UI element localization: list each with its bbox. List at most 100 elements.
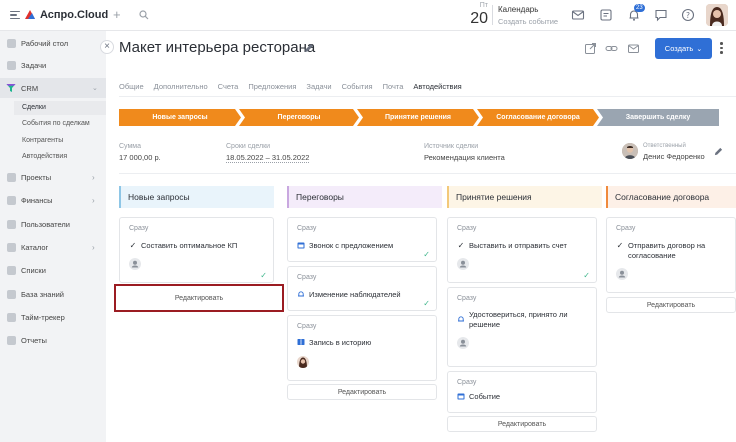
tab-autoactions[interactable]: Автодействия: [413, 77, 463, 97]
plus-icon[interactable]: +: [113, 7, 121, 22]
tab-general[interactable]: Общие: [119, 77, 144, 97]
create-button-label: Создать: [664, 44, 694, 53]
edit-button[interactable]: Редактировать: [606, 297, 736, 313]
sidebar-item-reports[interactable]: Отчеты: [0, 330, 106, 350]
card-timing: Сразу: [129, 225, 149, 232]
sidebar-item-label: Рабочий стол: [21, 38, 69, 48]
chevron-right-icon: ›: [92, 195, 95, 205]
more-options-icon[interactable]: [720, 42, 723, 54]
card-timing: Сразу: [457, 225, 477, 232]
card-action: ✓ Выставить и отправить счет: [457, 241, 592, 251]
tab-offers[interactable]: Предложения: [248, 77, 296, 97]
create-event-link[interactable]: Создать событие: [498, 17, 558, 26]
top-bar: Аспро.Cloud + Пт 20 Календарь Создать со…: [0, 0, 736, 31]
sidebar: Рабочий стол Задачи CRM ⌄ Сделки События…: [0, 31, 106, 442]
action-card[interactable]: Сразу ✓ Отправить договор на согласовани…: [606, 217, 736, 293]
sidebar-item-tasks[interactable]: Задачи: [0, 55, 106, 75]
edit-title-icon[interactable]: [304, 43, 314, 55]
sidebar-item-label: Финансы: [21, 195, 53, 205]
divider: [492, 5, 493, 25]
tab-mail[interactable]: Почта: [383, 77, 404, 97]
lists-icon: [7, 265, 16, 275]
card-action-text: Выставить и отправить счет: [469, 241, 567, 250]
edit-button[interactable]: Редактировать: [447, 416, 597, 432]
calendar-widget[interactable]: Календарь Создать событие: [498, 5, 558, 26]
finance-icon: [7, 195, 16, 205]
mail-icon[interactable]: [627, 42, 640, 55]
action-card[interactable]: Сразу Запись в историю: [287, 315, 437, 381]
close-panel-button[interactable]: ×: [100, 40, 114, 54]
calendar-date[interactable]: Пт 20: [468, 2, 488, 28]
stage-contract[interactable]: Согласование договора: [477, 109, 599, 126]
sidebar-item-finance[interactable]: Финансы ›: [0, 190, 106, 210]
divider: [119, 173, 736, 174]
chevron-down-icon: ⌄: [92, 85, 98, 92]
source-value: Рекомендация клиента: [424, 153, 505, 162]
tasks-list-icon[interactable]: [599, 8, 613, 22]
create-button[interactable]: Создать ⌄: [655, 38, 712, 59]
card-action: Изменение наблюдателей: [297, 290, 432, 301]
calendar-title: Календарь: [498, 5, 539, 14]
edit-button[interactable]: Редактировать: [287, 384, 437, 400]
sidebar-item-projects[interactable]: Проекты ›: [0, 167, 106, 187]
deal-panel: Макет интерьера ресторана Создать ⌄ Общи…: [106, 31, 736, 442]
tab-tasks[interactable]: Задачи: [306, 77, 331, 97]
action-card[interactable]: Сразу ✓ Выставить и отправить счет ✓: [447, 217, 597, 283]
sidebar-item-crm[interactable]: CRM ⌄: [0, 78, 106, 98]
stage-column: Согласование договора: [606, 186, 736, 208]
tab-events[interactable]: События: [342, 77, 373, 97]
sidebar-item-desktop[interactable]: Рабочий стол: [0, 33, 106, 53]
chat-icon[interactable]: [654, 8, 668, 22]
sidebar-sub-contractors[interactable]: Контрагенты: [22, 137, 63, 144]
stage-negotiations[interactable]: Переговоры: [239, 109, 359, 126]
open-external-icon[interactable]: [584, 42, 597, 55]
logo-text[interactable]: Аспро.Cloud: [40, 9, 108, 21]
card-action-text: Запись в историю: [309, 338, 372, 347]
calendar-day: 20: [470, 10, 488, 27]
sidebar-item-users[interactable]: Пользователи: [0, 214, 106, 234]
stage-new-requests[interactable]: Новые запросы: [119, 109, 241, 126]
responsible-avatar[interactable]: [622, 143, 638, 159]
action-card[interactable]: Сразу Событие: [447, 371, 597, 413]
crm-funnel-icon: [6, 83, 16, 95]
action-card[interactable]: Сразу Звонок с предложением ✓: [287, 217, 437, 262]
tasks-icon: [7, 60, 16, 70]
card-timing: Сразу: [297, 274, 317, 281]
action-card[interactable]: Сразу ✓ Составить оптимальное КП ✓: [119, 217, 274, 283]
tab-invoices[interactable]: Счета: [218, 77, 239, 97]
dates-value[interactable]: 18.05.2022 – 31.05.2022: [226, 153, 310, 163]
search-icon[interactable]: [139, 10, 149, 22]
edit-responsible-icon[interactable]: [714, 147, 723, 158]
checkmark-icon: ✓: [616, 241, 624, 250]
responsible-label: Ответственный: [643, 143, 686, 149]
card-action: Событие: [457, 392, 592, 403]
stage-column: Новые запросы: [119, 186, 274, 208]
card-timing: Сразу: [297, 323, 317, 330]
projects-icon: [7, 172, 16, 182]
card-action: Удостовериться, принято ли решение: [457, 310, 577, 330]
stage-close-deal[interactable]: Завершить сделку: [597, 109, 719, 126]
mail-icon[interactable]: [571, 8, 585, 22]
sidebar-item-lists[interactable]: Списки: [0, 260, 106, 280]
tab-additional[interactable]: Дополнительно: [154, 77, 208, 97]
sidebar-item-timer[interactable]: Тайм-трекер: [0, 307, 106, 327]
column-header: Принятие решения: [447, 186, 602, 208]
card-timing: Сразу: [297, 225, 317, 232]
link-icon[interactable]: [605, 42, 618, 55]
sidebar-sub-autoactions[interactable]: Автодействия: [22, 153, 67, 160]
user-avatar[interactable]: [706, 4, 728, 26]
responsible-value: Денис Федоренко: [643, 152, 705, 161]
sidebar-item-label: Списки: [21, 265, 46, 275]
help-icon[interactable]: ?: [681, 8, 695, 22]
sidebar-sub-deals[interactable]: Сделки: [22, 104, 46, 111]
action-card[interactable]: Сразу Изменение наблюдателей ✓: [287, 266, 437, 311]
sidebar-item-catalog[interactable]: Каталог ›: [0, 237, 106, 257]
action-card[interactable]: Сразу Удостовериться, принято ли решение: [447, 287, 597, 367]
card-action: ✓ Отправить договор на согласование: [616, 241, 728, 261]
sidebar-item-knowledge[interactable]: База знаний: [0, 284, 106, 304]
stage-pipeline: Новые запросы Переговоры Принятие решени…: [119, 109, 719, 126]
stage-decision[interactable]: Принятие решения: [357, 109, 479, 126]
menu-icon[interactable]: [10, 10, 20, 20]
sidebar-sub-deal-events[interactable]: События по сделкам: [22, 120, 90, 127]
edit-button[interactable]: Редактировать: [114, 284, 284, 312]
